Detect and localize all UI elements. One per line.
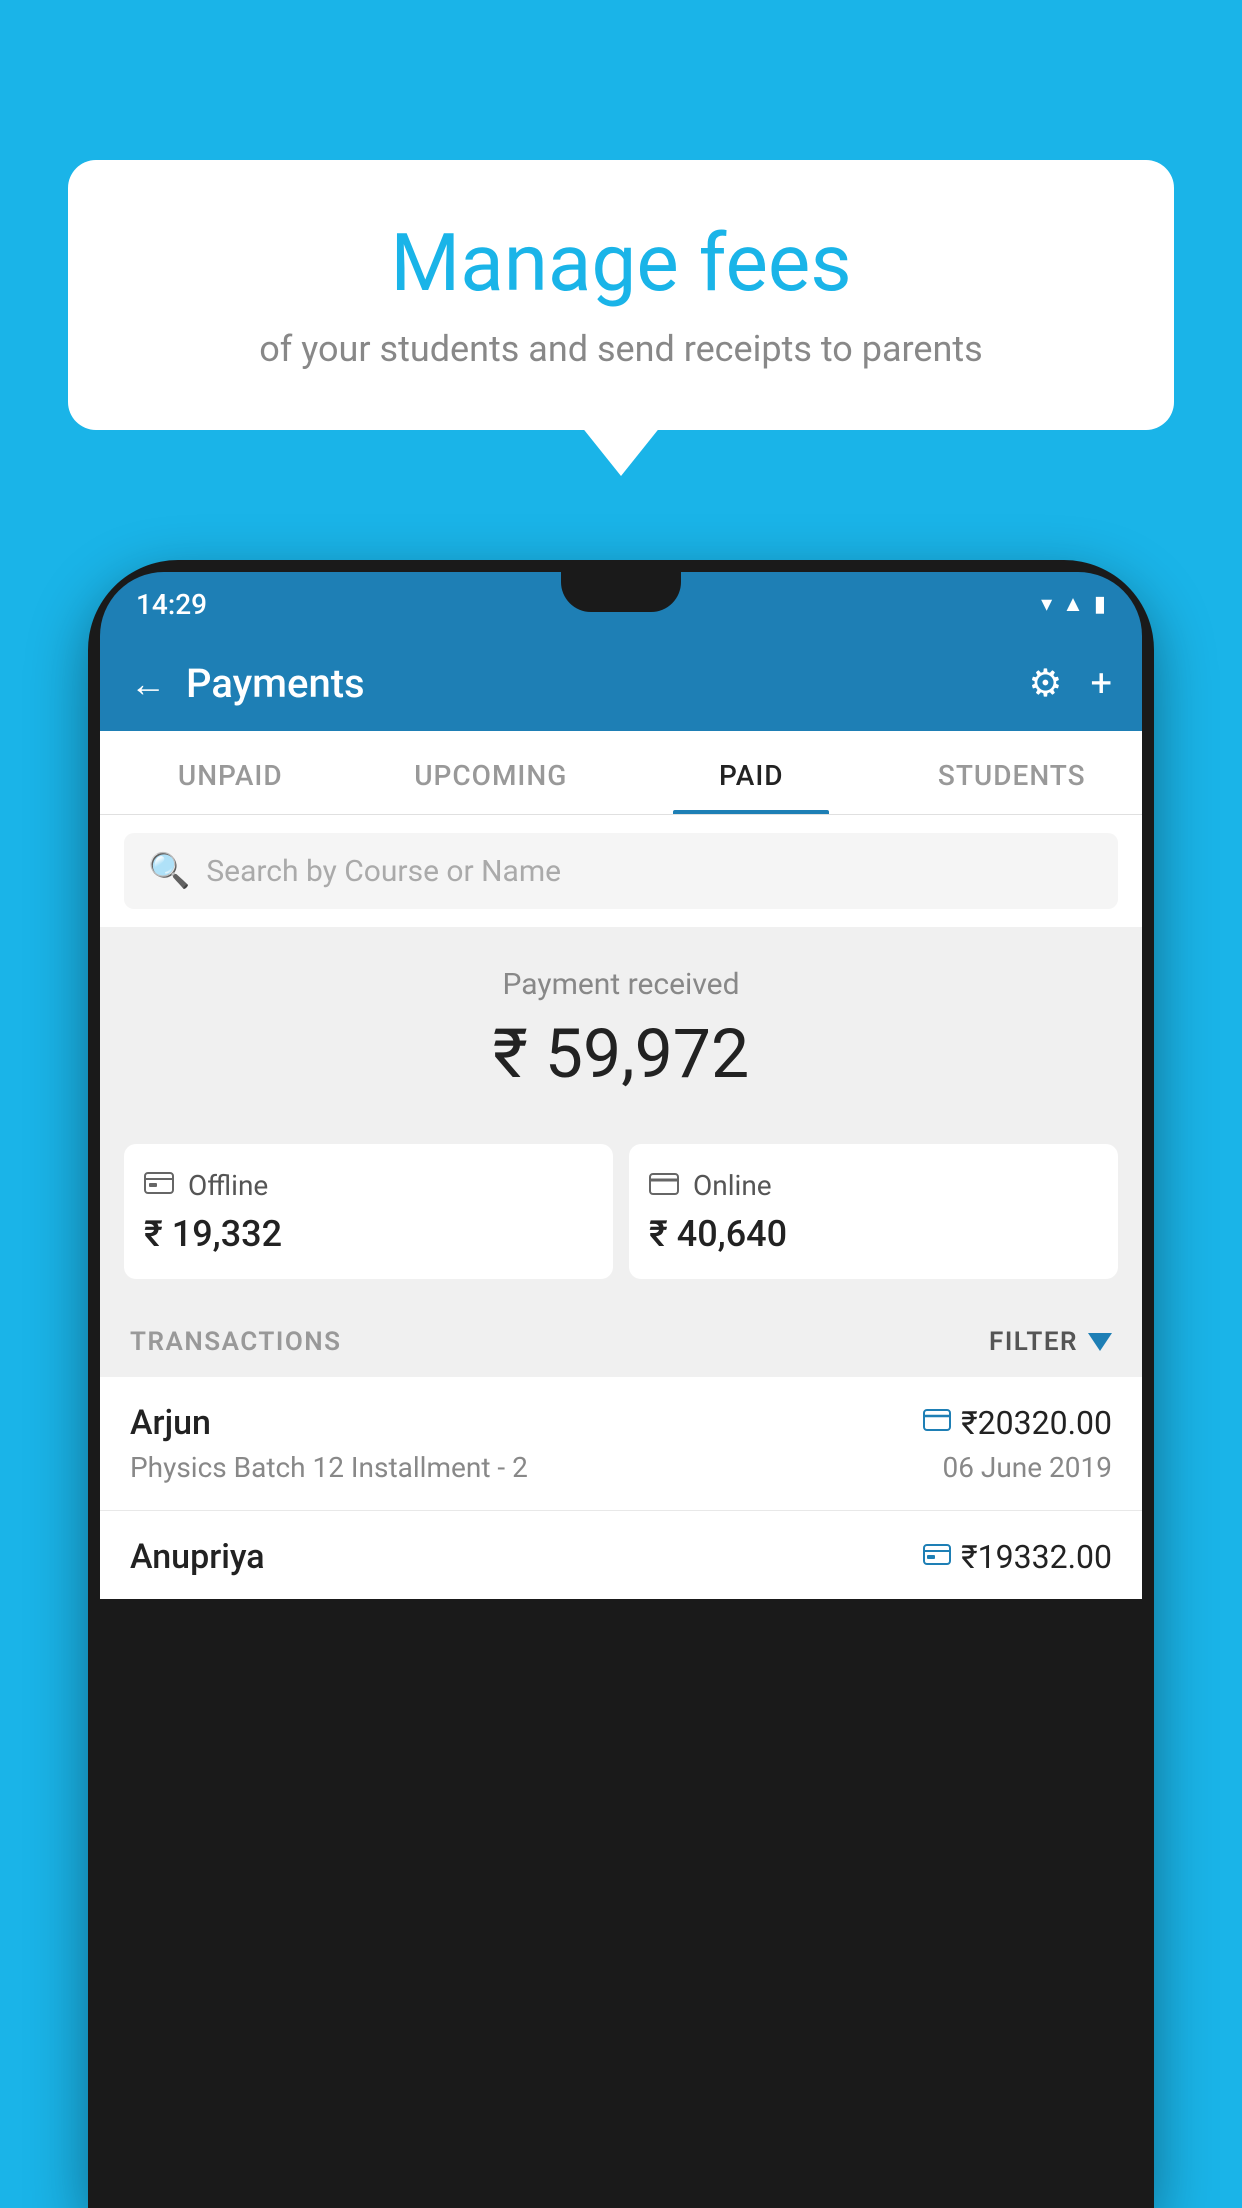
speech-bubble: Manage fees of your students and send re… <box>68 160 1174 430</box>
payment-cards: Offline ₹ 19,332 Online ₹ 40,640 <box>100 1124 1142 1307</box>
online-amount: ₹ 40,640 <box>649 1213 1098 1255</box>
online-label: Online <box>693 1169 772 1202</box>
filter-icon <box>1088 1333 1112 1351</box>
transaction-row-arjun[interactable]: Arjun ₹20320.00 Physics Batch 12 Install… <box>100 1377 1142 1511</box>
search-placeholder: Search by Course or Name <box>206 854 561 889</box>
bubble-subtitle: of your students and send receipts to pa… <box>128 328 1114 370</box>
add-icon[interactable]: + <box>1090 662 1112 706</box>
online-icon <box>649 1168 679 1203</box>
tab-unpaid[interactable]: UNPAID <box>100 731 361 814</box>
transaction-name: Arjun <box>130 1403 211 1443</box>
transaction-amount: ₹20320.00 <box>961 1404 1112 1442</box>
offline-amount: ₹ 19,332 <box>144 1213 593 1255</box>
tabs-bar: UNPAID UPCOMING PAID STUDENTS <box>100 731 1142 815</box>
online-payment-card: Online ₹ 40,640 <box>629 1144 1118 1279</box>
transaction-amount-2: ₹19332.00 <box>961 1538 1112 1576</box>
search-box[interactable]: 🔍 Search by Course or Name <box>124 833 1118 909</box>
tab-students[interactable]: STUDENTS <box>882 731 1143 814</box>
transaction-row-anupriya[interactable]: Anupriya ₹19332.00 <box>100 1511 1142 1599</box>
back-button[interactable]: ← <box>130 663 166 705</box>
transaction-top-2: Anupriya ₹19332.00 <box>130 1537 1112 1577</box>
tab-paid[interactable]: PAID <box>621 731 882 814</box>
transaction-date: 06 June 2019 <box>942 1451 1112 1484</box>
phone-notch <box>561 572 681 612</box>
offline-payment-icon <box>923 1542 951 1573</box>
settings-icon[interactable]: ⚙ <box>1028 661 1062 706</box>
payment-received-section: Payment received ₹ 59,972 <box>100 927 1142 1124</box>
battery-icon: ▮ <box>1094 592 1106 617</box>
card-header-online: Online <box>649 1168 1098 1203</box>
wifi-icon: ▾ <box>1041 592 1052 617</box>
card-header: Offline <box>144 1168 593 1203</box>
transaction-amount-row-2: ₹19332.00 <box>923 1538 1112 1576</box>
app-header: ← Payments ⚙ + <box>100 636 1142 731</box>
phone-screen: ← Payments ⚙ + UNPAID UPCOMING PAID STUD… <box>100 636 1142 1599</box>
tab-upcoming[interactable]: UPCOMING <box>361 731 622 814</box>
status-time: 14:29 <box>136 588 207 621</box>
offline-label: Offline <box>188 1169 268 1202</box>
transaction-bottom: Physics Batch 12 Installment - 2 06 June… <box>130 1451 1112 1484</box>
search-container: 🔍 Search by Course or Name <box>100 815 1142 927</box>
transaction-course: Physics Batch 12 Installment - 2 <box>130 1451 528 1484</box>
card-payment-icon <box>923 1408 951 1438</box>
offline-icon <box>144 1168 174 1203</box>
phone-frame: 14:29 ▾ ▲ ▮ ← Payments ⚙ + UNPAID <box>88 560 1154 2208</box>
offline-payment-card: Offline ₹ 19,332 <box>124 1144 613 1279</box>
payment-received-amount: ₹ 59,972 <box>120 1014 1122 1094</box>
payment-received-label: Payment received <box>120 967 1122 1002</box>
transaction-top: Arjun ₹20320.00 <box>130 1403 1112 1443</box>
page-title: Payments <box>186 660 365 707</box>
header-left: ← Payments <box>130 660 365 707</box>
transaction-amount-row: ₹20320.00 <box>923 1404 1112 1442</box>
transactions-label: TRANSACTIONS <box>130 1327 342 1357</box>
signal-icon: ▲ <box>1062 591 1084 617</box>
bubble-title: Manage fees <box>128 216 1114 310</box>
transactions-header: TRANSACTIONS FILTER <box>100 1307 1142 1377</box>
status-icons: ▾ ▲ ▮ <box>1041 591 1106 617</box>
transaction-name-2: Anupriya <box>130 1537 265 1577</box>
search-icon: 🔍 <box>148 851 190 891</box>
filter-button[interactable]: FILTER <box>989 1327 1112 1357</box>
status-bar: 14:29 ▾ ▲ ▮ <box>100 572 1142 636</box>
header-right: ⚙ + <box>1028 661 1112 706</box>
